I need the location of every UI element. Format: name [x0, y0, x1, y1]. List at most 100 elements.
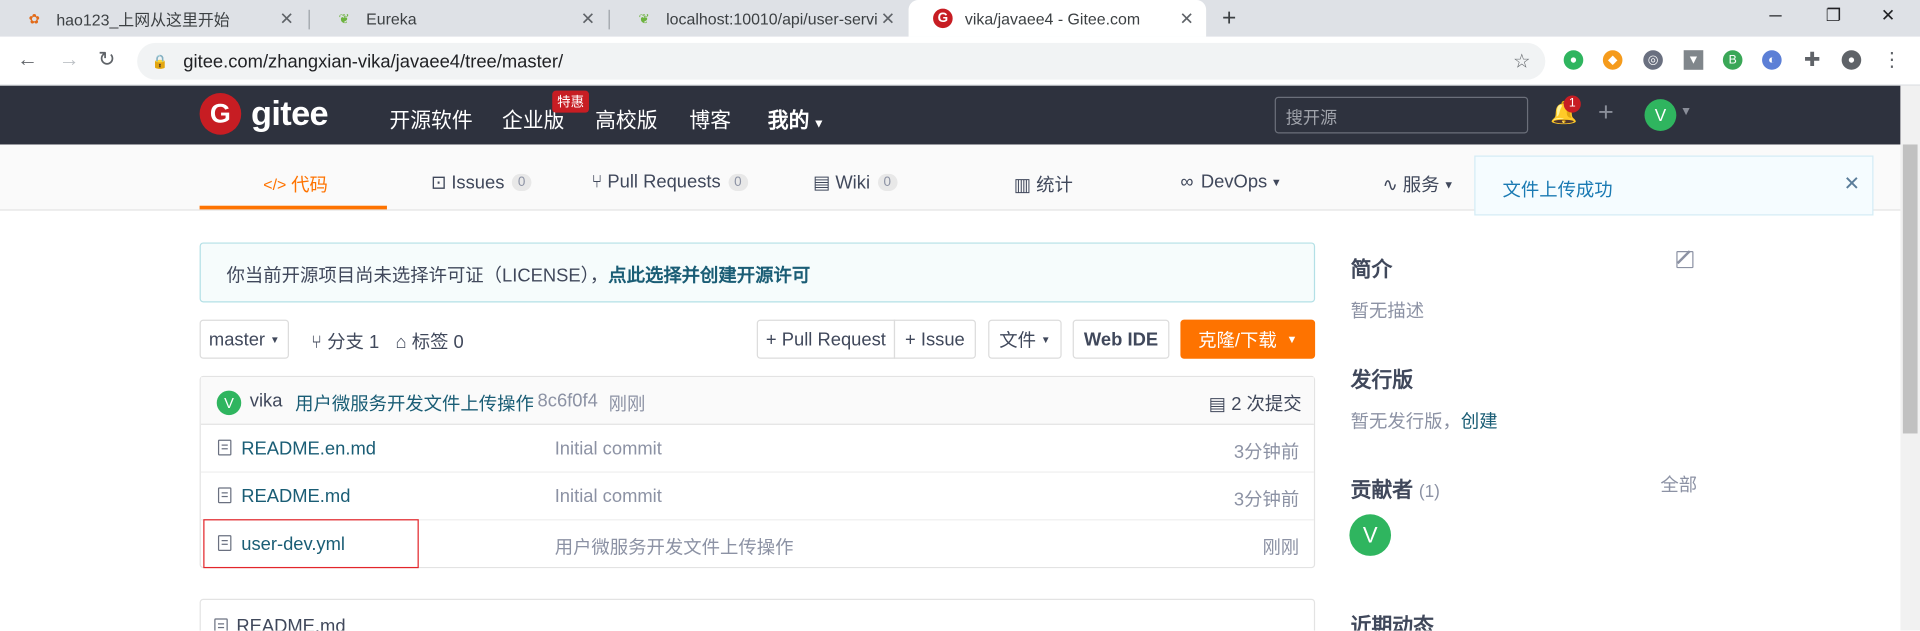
commit-count-link[interactable]: ▤ 2 次提交 — [1209, 391, 1302, 417]
clone-download-button[interactable]: 克隆/下载 ▼ — [1180, 319, 1316, 359]
new-issue-button[interactable]: + Issue — [893, 319, 976, 359]
nav-education[interactable]: 高校版 — [595, 103, 657, 134]
contributors-heading: 贡献者 (1) — [1351, 473, 1440, 504]
tab-service[interactable]: ∿ 服务 ▼ — [1382, 171, 1454, 197]
file-name-link[interactable]: README.en.md — [241, 438, 376, 459]
extension-blue-icon[interactable]: ◐ — [1762, 50, 1782, 70]
gitee-logo[interactable]: G gitee — [199, 93, 329, 135]
intro-text: 暂无描述 — [1350, 301, 1425, 323]
browser-tab-hao123[interactable]: ✿ hao123_上网从这里开始 ✕ — [0, 0, 306, 37]
nav-blog[interactable]: 博客 — [689, 103, 731, 134]
site-header: G gitee 开源软件 企业版 特惠 高校版 博客 我的 ▼ 搜开源 🔔 1 … — [0, 85, 1901, 145]
tab-pull-requests[interactable]: ⑂ Pull Requests 0 — [591, 171, 748, 193]
web-ide-button[interactable]: Web IDE — [1072, 319, 1170, 359]
tab-code-label: 代码 — [291, 175, 328, 196]
commit-hash[interactable]: 8c6f0f4 — [538, 391, 598, 412]
commit-count-label: 2 次提交 — [1231, 394, 1302, 416]
scrollbar-thumb[interactable] — [1902, 144, 1918, 434]
file-commit-message[interactable]: 用户微服务开发文件上传操作 — [555, 534, 794, 560]
browser-tab-localhost[interactable]: ❦ localhost:10010/api/user-servi ✕ — [610, 0, 908, 37]
file-commit-message[interactable]: Initial commit — [555, 486, 662, 507]
gitee-icon: G — [933, 8, 953, 29]
user-avatar[interactable]: V — [1644, 99, 1677, 132]
all-contributors-link[interactable]: 全部 — [1660, 471, 1697, 497]
reload-icon[interactable]: ↻ — [98, 48, 115, 72]
browser-tab-eureka[interactable]: ❦ Eureka ✕ — [310, 0, 608, 37]
tab-title: Eureka — [366, 9, 417, 28]
notification-badge: 1 — [1563, 95, 1581, 113]
create-license-link[interactable]: 点此选择并创建开源许可 — [608, 266, 810, 287]
file-time: 刚刚 — [1262, 537, 1300, 559]
issues-icon: ⊡ — [431, 172, 447, 194]
release-heading: 发行版 — [1350, 368, 1414, 392]
intro-heading: 简介 — [1350, 258, 1393, 282]
close-icon[interactable]: ✕ — [280, 9, 294, 30]
browser-window: ✿ hao123_上网从这里开始 ✕ ❦ Eureka ✕ ❦ localhos… — [0, 0, 1920, 631]
file-row[interactable]: README.en.md Initial commit 3分钟前 — [200, 425, 1314, 473]
commit-author[interactable]: vika — [250, 391, 283, 412]
profile-icon[interactable]: ● — [1841, 50, 1862, 70]
minimize-icon[interactable]: ─ — [1769, 5, 1781, 25]
tab-devops-label: DevOps — [1200, 171, 1268, 193]
latest-commit-row: V vika 用户微服务开发文件上传操作 8c6f0f4 刚刚 ▤ 2 次提交 — [200, 377, 1314, 425]
close-icon[interactable]: ✕ — [1844, 171, 1860, 195]
branch-select[interactable]: master ▼ — [199, 319, 289, 359]
commit-author-avatar[interactable]: V — [216, 390, 242, 416]
create-plus-icon[interactable]: + — [1598, 97, 1614, 129]
contributor-avatar[interactable]: V — [1349, 514, 1392, 556]
file-commit-message[interactable]: Initial commit — [555, 438, 662, 459]
search-input[interactable]: 搜开源 — [1274, 96, 1529, 134]
pull-request-icon: ⑂ — [591, 171, 603, 193]
window-close-icon[interactable]: ✕ — [1881, 5, 1895, 26]
tab-wiki[interactable]: ▤ Wiki 0 — [813, 171, 898, 193]
close-icon[interactable]: ✕ — [881, 9, 895, 30]
menu-kebab-icon[interactable]: ⋮ — [1882, 50, 1902, 71]
tab-stats[interactable]: ▥ 统计 — [1014, 171, 1073, 197]
file-name-link[interactable]: README.md — [241, 486, 350, 507]
file-time: 3分钟前 — [1233, 442, 1300, 463]
tags-link[interactable]: ⌂ 标签 0 — [396, 328, 464, 354]
maximize-icon[interactable]: ❐ — [1826, 5, 1841, 26]
extension-b-icon[interactable]: B — [1722, 50, 1743, 70]
forward-icon[interactable]: → — [59, 48, 80, 72]
edit-icon[interactable] — [1676, 251, 1694, 269]
browser-tab-gitee[interactable]: G vika/javaee4 - Gitee.com ✕ — [908, 0, 1207, 37]
spring-leaf-icon: ❦ — [338, 11, 350, 27]
address-bar[interactable]: 🔒 gitee.com/zhangxian-vika/javaee4/tree/… — [137, 42, 1546, 80]
new-tab-button[interactable]: + — [1222, 5, 1236, 33]
wiki-count: 0 — [877, 173, 898, 192]
close-icon[interactable]: ✕ — [1180, 9, 1194, 30]
extensions-puzzle-icon[interactable]: ✚ — [1802, 50, 1822, 71]
branch-icon: ⑂ — [311, 331, 323, 353]
hot-badge: 特惠 — [552, 90, 589, 113]
extension-on-icon[interactable]: ● — [1563, 50, 1584, 70]
tab-code[interactable]: </> 代码 — [263, 171, 328, 197]
file-icon — [217, 487, 232, 504]
branch-label: master — [208, 328, 266, 350]
file-menu-button[interactable]: 文件 ▼ — [988, 319, 1062, 359]
bookmark-star-icon[interactable]: ☆ — [1513, 49, 1531, 73]
tab-devops[interactable]: ∞ DevOps ▼ — [1180, 171, 1281, 192]
nav-open-source[interactable]: 开源软件 — [389, 103, 472, 134]
commit-message[interactable]: 用户微服务开发文件上传操作 — [295, 391, 534, 417]
tab-issues[interactable]: ⊡ Issues 0 — [431, 171, 532, 194]
new-pull-request-button[interactable]: + Pull Request — [756, 319, 896, 359]
close-icon[interactable]: ✕ — [581, 9, 595, 30]
active-tab-underline — [199, 205, 387, 210]
tab-title: localhost:10010/api/user-servi — [666, 9, 878, 28]
extension-fox-icon[interactable]: ◆ — [1602, 50, 1623, 70]
file-row[interactable]: README.md Initial commit 3分钟前 — [200, 473, 1314, 521]
branches-link[interactable]: ⑂ 分支 1 — [311, 328, 379, 354]
bar-chart-icon: ▥ — [1013, 174, 1032, 196]
file-icon — [214, 618, 228, 631]
hao123-icon: ✿ — [28, 11, 40, 27]
tab-wiki-label: Wiki — [835, 172, 871, 193]
extension-circle-icon[interactable]: ◎ — [1643, 50, 1663, 70]
nav-mine[interactable]: 我的 ▼ — [768, 103, 825, 134]
back-icon[interactable]: ← — [17, 48, 38, 72]
pulse-icon: ∿ — [1382, 174, 1398, 196]
extension-triangle-icon[interactable]: ▼ — [1683, 50, 1704, 70]
create-release-link[interactable]: 创建 — [1461, 411, 1498, 432]
readme-title: README.md — [236, 615, 346, 631]
caret-down-icon[interactable]: ▼ — [1680, 105, 1692, 118]
